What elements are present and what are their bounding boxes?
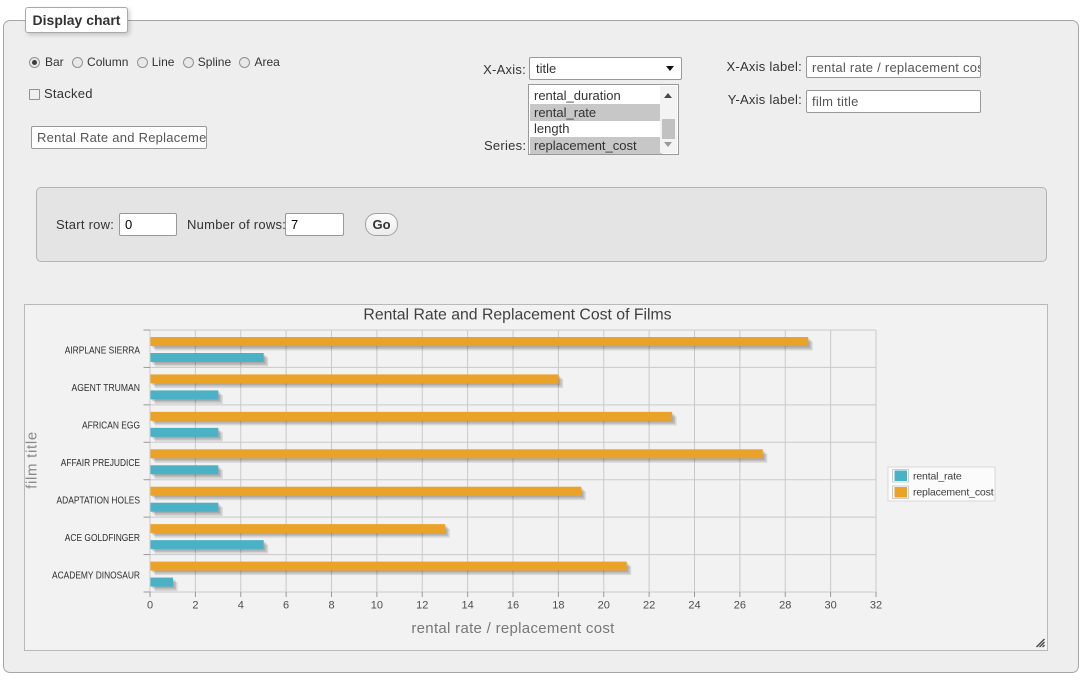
svg-text:4: 4 xyxy=(238,600,244,612)
svg-text:8: 8 xyxy=(328,600,334,612)
svg-text:20: 20 xyxy=(598,600,610,612)
svg-text:24: 24 xyxy=(688,600,700,612)
svg-text:rental rate / replacement cost: rental rate / replacement cost xyxy=(411,620,615,637)
svg-text:AIRPLANE SIERRA: AIRPLANE SIERRA xyxy=(65,346,141,357)
svg-text:0: 0 xyxy=(147,600,153,612)
svg-text:6: 6 xyxy=(283,600,289,612)
svg-text:30: 30 xyxy=(824,600,836,612)
svg-text:10: 10 xyxy=(371,600,383,612)
svg-text:26: 26 xyxy=(734,600,746,612)
svg-text:16: 16 xyxy=(507,600,519,612)
svg-text:12: 12 xyxy=(416,600,428,612)
svg-text:Rental Rate and Replacement Co: Rental Rate and Replacement Cost of Film… xyxy=(363,307,671,324)
svg-text:rental_rate: rental_rate xyxy=(913,471,962,483)
svg-text:14: 14 xyxy=(461,600,473,612)
svg-text:ACADEMY DINOSAUR: ACADEMY DINOSAUR xyxy=(52,570,140,581)
svg-text:AGENT TRUMAN: AGENT TRUMAN xyxy=(72,383,141,394)
svg-text:ACE GOLDFINGER: ACE GOLDFINGER xyxy=(65,533,140,544)
svg-text:2: 2 xyxy=(192,600,198,612)
svg-text:28: 28 xyxy=(779,600,791,612)
svg-text:22: 22 xyxy=(643,600,655,612)
svg-text:film title: film title xyxy=(24,431,41,489)
svg-text:replacement_cost: replacement_cost xyxy=(913,487,994,499)
svg-text:AFRICAN EGG: AFRICAN EGG xyxy=(82,421,140,432)
svg-text:32: 32 xyxy=(870,600,882,612)
svg-text:AFFAIR PREJUDICE: AFFAIR PREJUDICE xyxy=(61,458,140,469)
svg-text:ADAPTATION HOLES: ADAPTATION HOLES xyxy=(57,495,141,506)
svg-text:18: 18 xyxy=(552,600,564,612)
